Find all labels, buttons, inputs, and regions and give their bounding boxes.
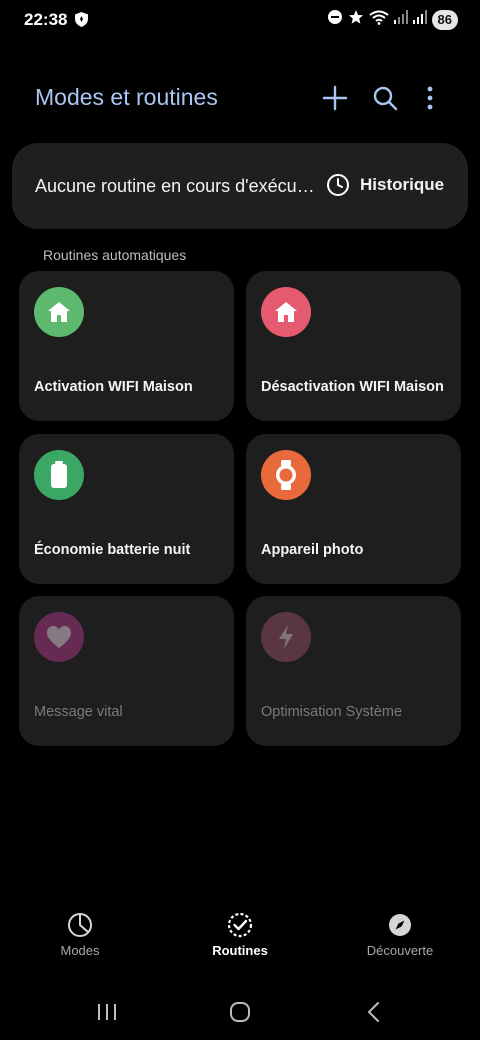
watch-icon xyxy=(261,450,311,500)
clock-icon xyxy=(327,174,349,196)
more-options-button[interactable] xyxy=(410,82,450,114)
recents-button[interactable] xyxy=(77,992,137,1032)
routine-label: Message vital xyxy=(34,704,123,720)
signal-icon xyxy=(412,10,427,29)
nav-label: Modes xyxy=(60,943,100,958)
add-button[interactable] xyxy=(310,82,360,114)
heart-icon xyxy=(34,612,84,662)
header-actions xyxy=(310,82,450,114)
recents-icon xyxy=(97,1004,116,1020)
running-routines-card: Aucune routine en cours d'exécution Hist… xyxy=(12,143,468,229)
routine-tile-optimisation-systeme[interactable]: Optimisation Système xyxy=(246,596,461,746)
section-title: Routines automatiques xyxy=(43,247,187,263)
routine-check-icon xyxy=(226,910,254,940)
routine-tile-appareil-photo[interactable]: Appareil photo xyxy=(246,434,461,584)
add-icon xyxy=(322,85,348,111)
nav-item-routines[interactable]: Routines xyxy=(160,910,320,970)
nav-label: Routines xyxy=(212,943,268,958)
battery-indicator: 86 xyxy=(431,9,458,30)
shield-icon xyxy=(75,12,88,32)
routine-tile-economie-batterie[interactable]: Économie batterie nuit xyxy=(19,434,234,584)
history-button[interactable]: Historique xyxy=(326,173,444,197)
nav-label: Découverte xyxy=(366,943,434,958)
routine-label: Activation WIFI Maison xyxy=(34,379,193,395)
status-time: 22:38 xyxy=(24,10,68,29)
back-icon xyxy=(367,1002,380,1022)
status-bar: 22:38 86 xyxy=(0,0,480,42)
routine-tile-message-vital[interactable]: Message vital xyxy=(19,596,234,746)
back-button[interactable] xyxy=(343,992,403,1032)
routine-label: Optimisation Système xyxy=(261,704,403,720)
search-icon xyxy=(373,86,398,111)
routine-tile-activation-wifi[interactable]: Activation WIFI Maison xyxy=(19,271,234,421)
wifi-icon xyxy=(368,9,389,30)
bolt-icon xyxy=(261,612,311,662)
history-label: Historique xyxy=(360,175,445,194)
battery-icon xyxy=(34,450,84,500)
star-icon xyxy=(348,9,364,30)
home-icon xyxy=(34,287,84,337)
home-circle-icon xyxy=(229,1002,250,1022)
nav-item-modes[interactable]: Modes xyxy=(0,910,160,970)
pie-icon xyxy=(67,910,93,940)
home-button[interactable] xyxy=(210,992,270,1032)
routine-label: Économie batterie nuit xyxy=(34,542,191,558)
page-title: Modes et routines xyxy=(35,84,218,110)
nav-item-decouverte[interactable]: Découverte xyxy=(320,910,480,970)
bottom-nav: Modes Routines Découverte xyxy=(0,910,480,970)
routine-tile-desactivation-wifi[interactable]: Désactivation WIFI Maison xyxy=(246,271,461,421)
compass-icon xyxy=(387,910,413,940)
signal-icon xyxy=(393,10,408,29)
system-nav-bar xyxy=(0,990,480,1034)
routine-label: Appareil photo xyxy=(261,542,364,558)
routine-label: Désactivation WIFI Maison xyxy=(261,379,444,395)
running-routines-text: Aucune routine en cours d'exécution xyxy=(35,176,315,196)
more-vert-icon xyxy=(427,86,433,110)
search-button[interactable] xyxy=(360,82,410,114)
do-not-disturb-icon xyxy=(327,9,343,30)
home-icon xyxy=(261,287,311,337)
